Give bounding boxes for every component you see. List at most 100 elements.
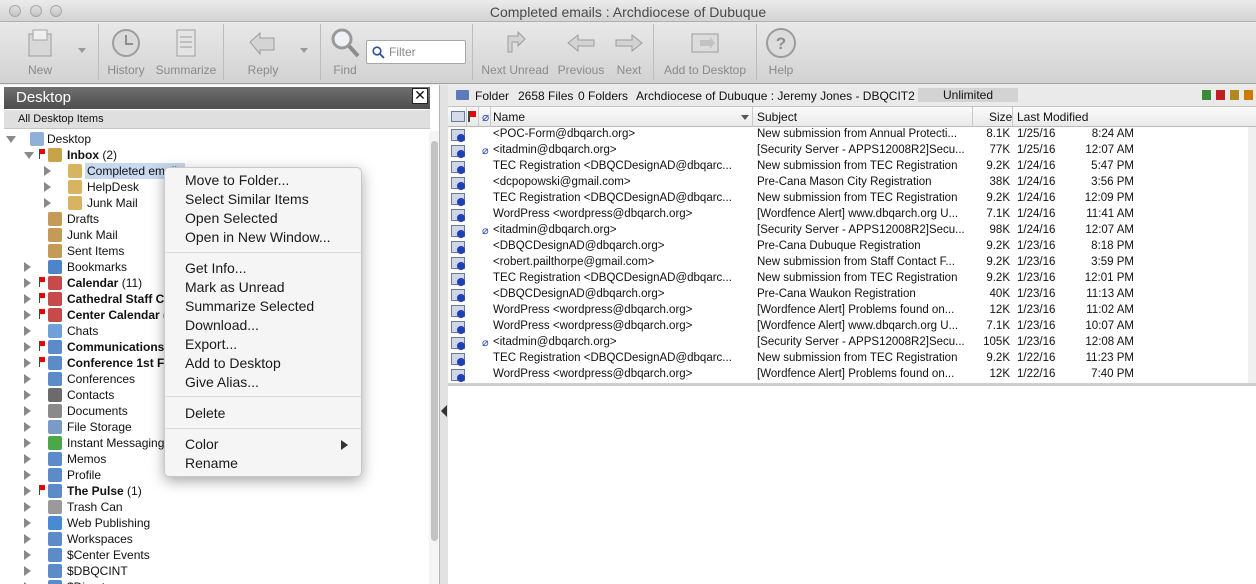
tree-item-label: Center Calendar ( [67, 308, 168, 322]
disclosure-closed-icon[interactable] [24, 406, 31, 416]
summarize-button[interactable]: Summarize [155, 22, 217, 84]
disclosure-closed-icon[interactable] [24, 358, 31, 368]
disclosure-closed-icon[interactable] [44, 182, 51, 192]
download-menu-item[interactable]: Download... [185, 317, 259, 333]
message-row[interactable]: WordPress <wordpress@dbqarch.org> [Wordfe… [448, 207, 1256, 223]
previous-button[interactable]: Previous [557, 22, 605, 84]
export-menu-item[interactable]: Export... [185, 336, 237, 352]
attachment-column-icon[interactable]: ⌀ [482, 110, 489, 124]
tree-item[interactable]: $Directory [0, 579, 428, 584]
disclosure-closed-icon[interactable] [24, 278, 31, 288]
disclosure-closed-icon[interactable] [24, 310, 31, 320]
message-list-scrollbar[interactable] [1248, 127, 1256, 383]
disclosure-closed-icon[interactable] [24, 566, 31, 576]
disclosure-closed-icon[interactable] [24, 486, 31, 496]
message-time: 3:56 PM [1091, 176, 1134, 188]
red-flag-icon [39, 485, 45, 495]
type-column-icon[interactable] [451, 111, 465, 122]
collapse-left-icon[interactable] [441, 405, 447, 417]
tag-icon[interactable] [1216, 90, 1225, 100]
message-row[interactable]: ⌀ <itadmin@dbqarch.org> [Security Server -… [448, 335, 1256, 351]
next-button[interactable]: Next [612, 22, 646, 84]
disclosure-closed-icon[interactable] [44, 166, 51, 176]
message-row[interactable]: WordPress <wordpress@dbqarch.org> [Wordfe… [448, 319, 1256, 335]
folder-icon [48, 436, 62, 450]
message-row[interactable]: TEC Registration <DBQCDesignAD@dbqarc...… [448, 191, 1256, 207]
disclosure-closed-icon[interactable] [24, 518, 31, 528]
tree-item[interactable]: Trash Can [0, 499, 428, 515]
add-to-desktop-menu-item[interactable]: Add to Desktop [185, 355, 281, 371]
disclosure-closed-icon[interactable] [24, 342, 31, 352]
delete-menu-item[interactable]: Delete [185, 405, 225, 421]
message-row[interactable]: <dcpopowski@gmail.com> Pre-Cana Mason Cit… [448, 175, 1256, 191]
disclosure-closed-icon[interactable] [24, 390, 31, 400]
tree-item[interactable]: Inbox (2) [0, 147, 428, 163]
disclosure-closed-icon[interactable] [24, 454, 31, 464]
last-modified-column-header[interactable]: Last Modified [1017, 110, 1088, 124]
name-column-header[interactable]: Name [493, 110, 525, 124]
new-button[interactable]: New [14, 22, 66, 84]
close-pane-icon[interactable]: ✕ [412, 88, 428, 104]
message-size: 12K [989, 368, 1010, 380]
tree-scrollbar[interactable] [429, 131, 439, 584]
message-row[interactable]: <DBQCDesignAD@dbqarch.org> Pre-Cana Dubuq… [448, 239, 1256, 255]
sort-down-icon[interactable] [741, 115, 749, 120]
disclosure-closed-icon[interactable] [24, 550, 31, 560]
add-to-desktop-button[interactable]: Add to Desktop [661, 22, 749, 84]
reply-button[interactable]: Reply [240, 22, 286, 84]
disclosure-closed-icon[interactable] [24, 422, 31, 432]
message-row[interactable]: WordPress <wordpress@dbqarch.org> [Wordfe… [448, 303, 1256, 319]
select-similar-menu-item[interactable]: Select Similar Items [185, 191, 309, 207]
summarize-selected-menu-item[interactable]: Summarize Selected [185, 298, 314, 314]
message-icon [451, 337, 465, 350]
color-menu-item[interactable]: Color [185, 436, 218, 452]
disclosure-closed-icon[interactable] [24, 262, 31, 272]
edit-icon[interactable] [1230, 90, 1239, 100]
help-button[interactable]: ? Help [762, 22, 800, 84]
tree-item[interactable]: $DBQCINT [0, 563, 428, 579]
disclosure-closed-icon[interactable] [24, 374, 31, 384]
open-selected-menu-item[interactable]: Open Selected [185, 210, 278, 226]
disclosure-closed-icon[interactable] [44, 198, 51, 208]
message-row[interactable]: <DBQCDesignAD@dbqarch.org> Pre-Cana Wauko… [448, 287, 1256, 303]
tree-item[interactable]: $Center Events [0, 547, 428, 563]
reply-dropdown-icon[interactable] [300, 48, 308, 53]
disclosure-closed-icon[interactable] [24, 326, 31, 336]
rename-menu-item[interactable]: Rename [185, 455, 238, 471]
info-icon[interactable] [1202, 90, 1211, 100]
subject-column-header[interactable]: Subject [757, 110, 797, 124]
disclosure-closed-icon[interactable] [24, 438, 31, 448]
next-unread-button[interactable]: Next Unread [480, 22, 550, 84]
disclosure-open-icon[interactable] [24, 152, 34, 159]
search-folder-icon[interactable] [1244, 90, 1253, 100]
give-alias-menu-item[interactable]: Give Alias... [185, 374, 259, 390]
history-button[interactable]: History [104, 22, 148, 84]
message-row[interactable]: ⌀ <itadmin@dbqarch.org> [Security Server -… [448, 223, 1256, 239]
message-row[interactable]: TEC Registration <DBQCDesignAD@dbqarc...… [448, 159, 1256, 175]
move-to-folder-menu-item[interactable]: Move to Folder... [185, 172, 289, 188]
disclosure-closed-icon[interactable] [24, 294, 31, 304]
message-row[interactable]: TEC Registration <DBQCDesignAD@dbqarc...… [448, 271, 1256, 287]
tree-item[interactable]: The Pulse (1) [0, 483, 428, 499]
disclosure-closed-icon[interactable] [24, 470, 31, 480]
filter-input[interactable]: Filter [366, 40, 466, 64]
tree-item[interactable]: Desktop [0, 131, 428, 147]
message-row[interactable]: ⌀ <itadmin@dbqarch.org> [Security Server -… [448, 143, 1256, 159]
mark-unread-menu-item[interactable]: Mark as Unread [185, 279, 285, 295]
find-button[interactable]: Find [327, 22, 363, 84]
new-dropdown-icon[interactable] [78, 48, 86, 53]
disclosure-open-icon[interactable] [6, 136, 16, 143]
message-row[interactable]: TEC Registration <DBQCDesignAD@dbqarc...… [448, 351, 1256, 367]
pane-splitter[interactable] [440, 85, 448, 584]
message-row[interactable]: <POC-Form@dbqarch.org> New submission fro… [448, 127, 1256, 143]
open-new-window-menu-item[interactable]: Open in New Window... [185, 229, 331, 245]
disclosure-closed-icon[interactable] [24, 534, 31, 544]
tree-item[interactable]: Workspaces [0, 531, 428, 547]
disclosure-closed-icon[interactable] [24, 502, 31, 512]
size-column-header[interactable]: Size [989, 110, 1012, 124]
message-row[interactable]: <robert.pailthorpe@gmail.com> New submiss… [448, 255, 1256, 271]
tree-item[interactable]: Web Publishing [0, 515, 428, 531]
message-row[interactable]: WordPress <wordpress@dbqarch.org> [Wordfe… [448, 367, 1256, 383]
new-document-icon [28, 29, 52, 57]
get-info-menu-item[interactable]: Get Info... [185, 260, 246, 276]
